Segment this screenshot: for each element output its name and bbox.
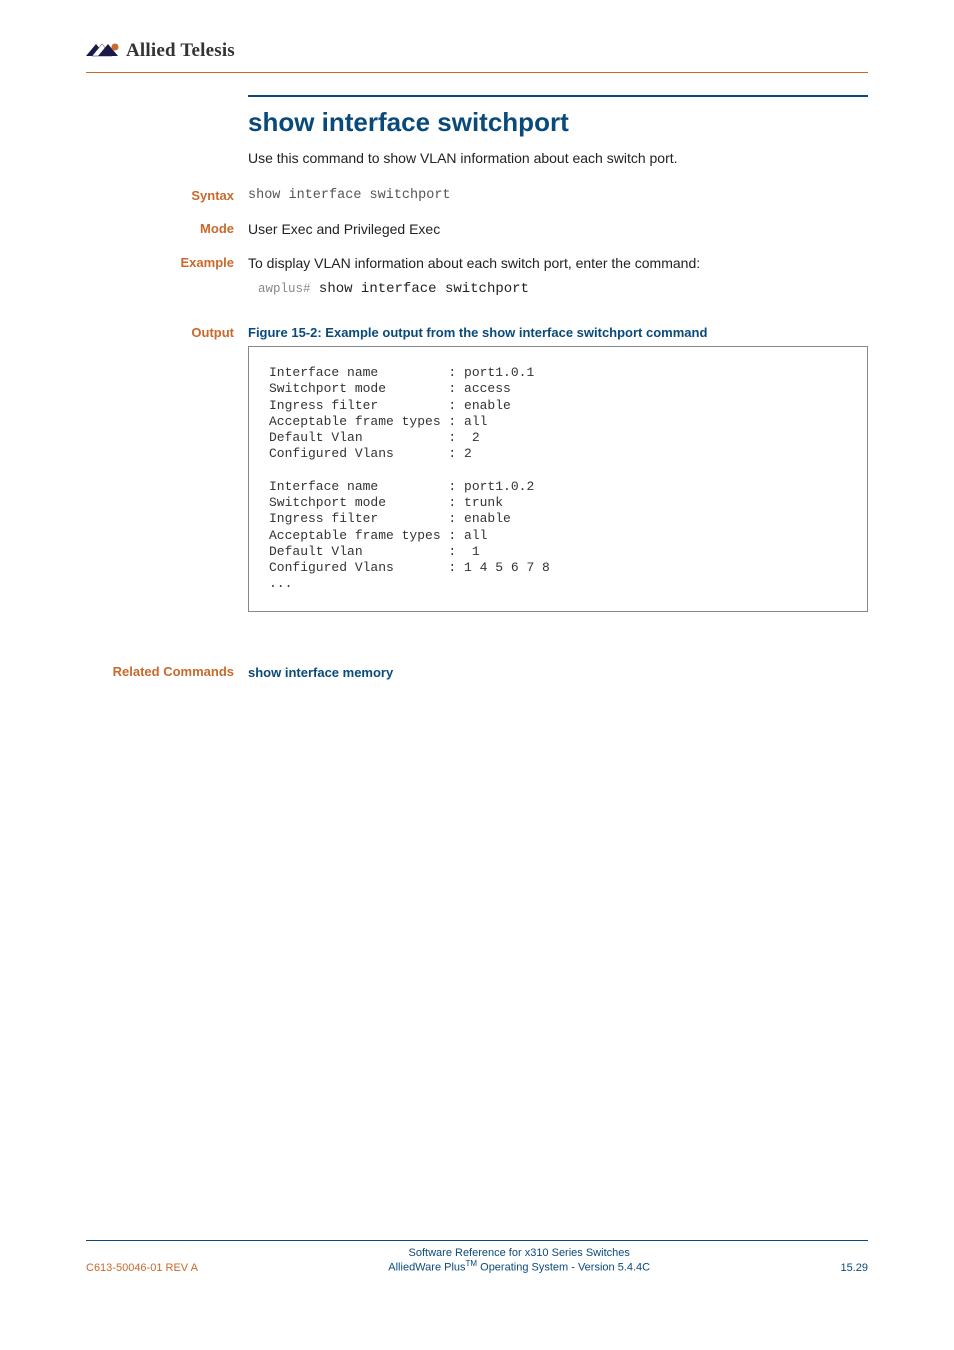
logo-text: Allied Telesis	[126, 40, 235, 62]
output-caption: Figure 15-2: Example output from the sho…	[248, 325, 868, 340]
output-label: Output	[86, 325, 248, 340]
example-cmd-line: awplus# show interface switchport	[258, 281, 868, 297]
example-text: To display VLAN information about each s…	[248, 255, 868, 271]
logo-icon	[86, 42, 120, 60]
footer-right: 15.29	[840, 1262, 868, 1274]
logo: Allied Telesis	[86, 40, 235, 62]
related-row: Related Commands show interface memory	[248, 664, 868, 680]
intro-text: Use this command to show VLAN informatio…	[248, 150, 868, 166]
footer-divider	[86, 1240, 868, 1241]
header-divider	[86, 72, 868, 73]
related-link[interactable]: show interface memory	[248, 665, 393, 680]
footer-center-line1: Software Reference for x310 Series Switc…	[198, 1247, 841, 1259]
output-box: Interface name : port1.0.1 Switchport mo…	[248, 346, 868, 612]
example-label: Example	[86, 255, 248, 270]
page-header: Allied Telesis	[86, 40, 868, 66]
syntax-row: Syntax show interface switchport	[248, 188, 868, 203]
example-row: Example To display VLAN information abou…	[248, 255, 868, 297]
page-footer: C613-50046-01 REV A Software Reference f…	[86, 1240, 868, 1274]
example-prompt: awplus#	[258, 282, 311, 296]
syntax-value: show interface switchport	[248, 188, 868, 203]
page-title: show interface switchport	[248, 107, 868, 138]
footer-center: Software Reference for x310 Series Switc…	[198, 1247, 841, 1274]
title-divider	[248, 95, 868, 97]
mode-row: Mode User Exec and Privileged Exec	[248, 221, 868, 237]
output-row: Output Figure 15-2: Example output from …	[248, 325, 868, 646]
example-cmd: show interface switchport	[319, 281, 529, 297]
footer-left: C613-50046-01 REV A	[86, 1262, 198, 1274]
mode-value: User Exec and Privileged Exec	[248, 221, 868, 237]
mode-label: Mode	[86, 221, 248, 236]
syntax-label: Syntax	[86, 188, 248, 203]
related-label: Related Commands	[86, 664, 248, 679]
footer-center-line2: AlliedWare PlusTM Operating System - Ver…	[198, 1259, 841, 1274]
